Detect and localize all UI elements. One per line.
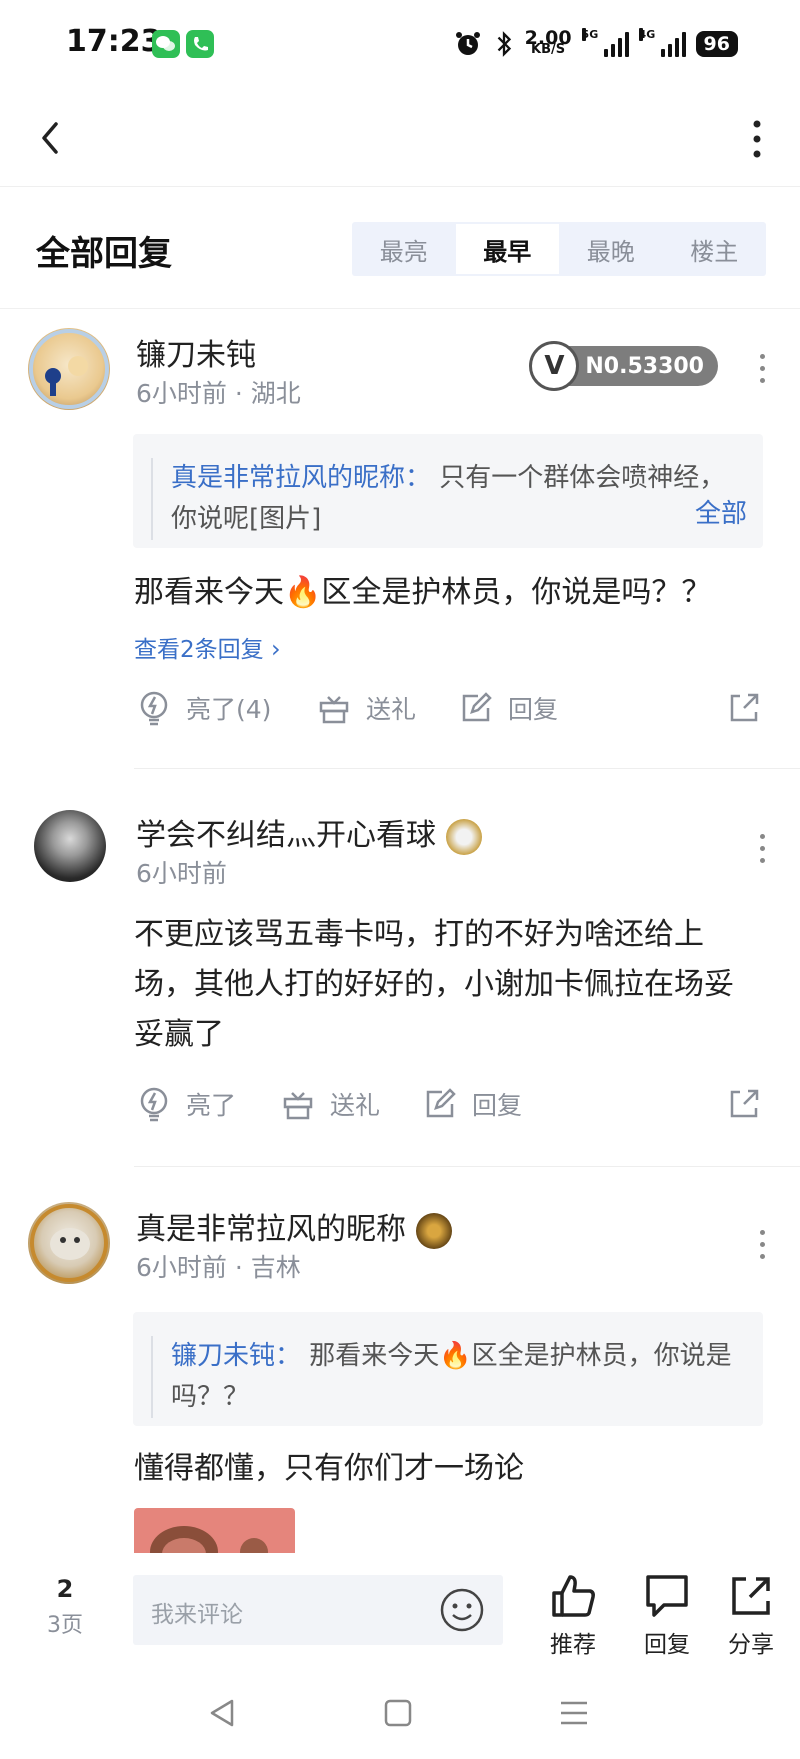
divider — [134, 1166, 800, 1167]
system-nav-bar — [0, 1673, 800, 1759]
more-options-icon[interactable] — [742, 114, 772, 164]
quote-author[interactable]: 真是非常拉风的昵称： — [171, 463, 431, 493]
comment-username[interactable]: 真是非常拉风的昵称 — [136, 1204, 452, 1249]
fan-badge-icon — [416, 1212, 452, 1249]
level-number: N0.53300 — [563, 346, 718, 386]
bluetooth-icon — [497, 31, 511, 57]
nav-back-triangle-icon[interactable] — [206, 1697, 238, 1729]
share-icon[interactable] — [726, 1086, 762, 1122]
lightning-bulb-icon — [140, 691, 168, 726]
recommend-label: 推荐 — [550, 1632, 596, 1658]
gift-label: 送礼 — [366, 695, 417, 724]
wechat-icon — [152, 30, 180, 58]
signal-5g-icon: 5G — [581, 28, 629, 57]
quote-content: 镰刀未钝： 那看来今天🔥区全是护林员，你说是吗？？ — [151, 1336, 747, 1418]
reply-button[interactable]: 回复 — [422, 1086, 522, 1122]
reply-label: 回复 — [472, 1091, 523, 1120]
like-label: 亮了(4) — [186, 695, 272, 724]
page-total: 3页 — [47, 1613, 83, 1638]
comment-input-placeholder: 我来评论 — [151, 1602, 243, 1628]
thumbs-up-icon — [552, 1575, 595, 1617]
username-text: 真是非常拉风的昵称 — [136, 1212, 406, 1247]
sort-tabs: 最亮 最早 最晚 楼主 — [352, 222, 766, 276]
status-icons: 2.00 KB/S 5G 4G 96 — [453, 26, 738, 62]
nav-home-square-icon[interactable] — [382, 1697, 414, 1729]
comment-input[interactable]: 我来评论 — [133, 1575, 503, 1645]
gift-button[interactable]: 送礼 — [316, 690, 416, 726]
view-replies-label: 查看2条回复 — [134, 637, 264, 663]
like-button[interactable]: 亮了(4) — [136, 690, 271, 726]
like-label: 亮了 — [186, 1091, 237, 1120]
comment-body: 懂得都懂，只有你们才一场论 — [134, 1451, 524, 1486]
nav-bar — [0, 92, 800, 187]
section-title: 全部回复 — [36, 234, 172, 274]
comment-body: 那看来今天🔥区全是护林员，你说是吗？？ — [134, 575, 712, 610]
avatar[interactable] — [28, 1202, 110, 1284]
gift-button[interactable]: 送礼 — [280, 1086, 380, 1122]
like-button[interactable]: 亮了 — [136, 1086, 236, 1122]
gift-icon — [319, 696, 349, 724]
comment-meta: 6小时前 · 湖北 — [136, 379, 301, 408]
comment-meta: 6小时前 · 吉林 — [136, 1253, 301, 1282]
reply-bar-button[interactable]: 回复 — [642, 1571, 692, 1659]
divider — [0, 308, 800, 309]
emoji-icon[interactable] — [439, 1587, 485, 1633]
username-text: 学会不纠结灬开心看球 — [136, 818, 436, 853]
tab-latest[interactable]: 最晚 — [559, 222, 663, 276]
comment-body: 不更应该骂五毒卡吗，打的不好为啥还给上场，其他人打的好好的，小谢加卡佩拉在场妥妥… — [134, 917, 734, 1052]
chevron-right-icon: › — [270, 635, 281, 663]
page-current: 2 — [56, 1575, 74, 1603]
net-speed: 2.00 KB/S — [524, 27, 572, 57]
edit-icon — [462, 692, 492, 722]
comment-bubble-icon — [646, 1575, 688, 1617]
comment-meta: 6小时前 — [136, 859, 227, 888]
alarm-icon — [455, 32, 480, 55]
recommend-button[interactable]: 推荐 — [548, 1571, 598, 1659]
back-icon[interactable] — [32, 118, 72, 158]
lightning-bulb-icon — [140, 1087, 168, 1122]
quote-expand-link[interactable]: 全部 — [695, 493, 747, 530]
quoted-reply[interactable]: 真是非常拉风的昵称： 只有一个群体会喷神经，你说呢[图片] 全部 — [133, 434, 763, 548]
share-out-icon — [732, 1577, 770, 1615]
comment-image[interactable] — [134, 1508, 295, 1556]
status-bar: 17:23 2.00 KB/S 5G 4G 96 — [0, 0, 800, 92]
comment-username[interactable]: 镰刀未钝 — [136, 330, 256, 374]
reply-button[interactable]: 回复 — [458, 690, 558, 726]
level-badge: V N0.53300 — [529, 341, 718, 391]
gift-icon — [283, 1092, 313, 1120]
fan-badge-icon — [446, 818, 482, 855]
tab-op-only[interactable]: 楼主 — [663, 222, 767, 276]
share-icon[interactable] — [726, 690, 762, 726]
view-replies-link[interactable]: 查看2条回复 › — [134, 630, 281, 664]
avatar[interactable] — [34, 810, 106, 882]
signal-4g-icon: 4G — [638, 28, 686, 57]
tab-earliest[interactable]: 最早 — [455, 224, 559, 274]
quote-content: 真是非常拉风的昵称： 只有一个群体会喷神经，你说呢[图片] — [151, 458, 747, 540]
reply-label: 回复 — [508, 695, 559, 724]
comment-more-icon[interactable] — [758, 1230, 766, 1262]
tab-brightest[interactable]: 最亮 — [352, 222, 456, 276]
gift-label: 送礼 — [330, 1091, 381, 1120]
quote-author[interactable]: 镰刀未钝： — [171, 1341, 301, 1371]
bottom-bar: 2 3页 我来评论 推荐 回复 分享 — [0, 1553, 800, 1673]
status-time: 17:23 — [66, 24, 162, 59]
nav-menu-icon[interactable] — [558, 1697, 590, 1729]
comment-actions: 亮了(4) 送礼 回复 — [0, 690, 800, 738]
comment-more-icon[interactable] — [758, 834, 766, 866]
divider — [134, 768, 800, 769]
avatar[interactable] — [28, 328, 110, 410]
comment-username[interactable]: 学会不纠结灬开心看球 — [136, 810, 482, 855]
battery-indicator: 96 — [695, 31, 738, 57]
edit-icon — [426, 1088, 456, 1118]
phone-app-icon — [186, 30, 214, 58]
comment-actions: 亮了 送礼 回复 — [0, 1086, 800, 1134]
page-indicator[interactable]: 2 3页 — [40, 1575, 90, 1639]
share-bar-label: 分享 — [728, 1632, 774, 1658]
comment-more-icon[interactable] — [758, 354, 766, 386]
quoted-reply[interactable]: 镰刀未钝： 那看来今天🔥区全是护林员，你说是吗？？ — [133, 1312, 763, 1426]
share-bar-button[interactable]: 分享 — [726, 1571, 776, 1659]
reply-bar-label: 回复 — [644, 1632, 690, 1658]
